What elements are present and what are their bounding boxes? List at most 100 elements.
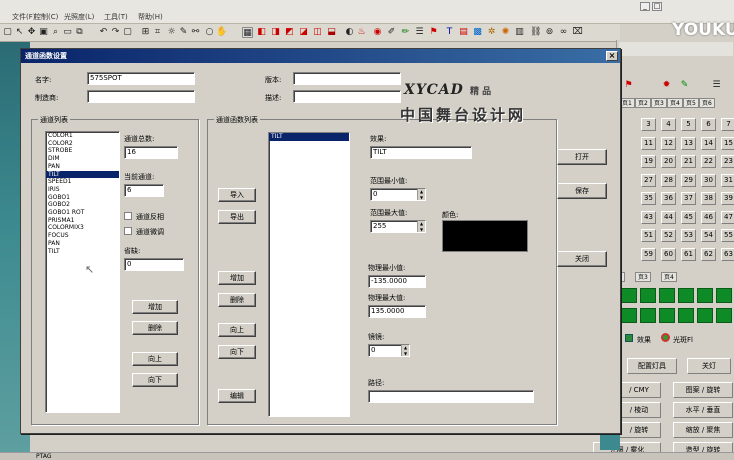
gel-icon[interactable]: ▤	[458, 27, 469, 38]
channel-indicator[interactable]	[659, 308, 675, 323]
cue-button[interactable]: 5	[681, 118, 696, 131]
channel-indicator[interactable]	[659, 288, 675, 303]
maximize-icon[interactable]: □	[652, 2, 662, 11]
channel-add-button[interactable]: 增加	[132, 300, 178, 314]
grid-icon[interactable]: ⊞	[140, 27, 151, 38]
fire-icon[interactable]: ♨	[356, 27, 367, 38]
channel-indicator[interactable]	[697, 288, 713, 303]
panel-fire-icon[interactable]: ✹	[661, 80, 672, 91]
cue-button[interactable]: 7	[721, 118, 734, 131]
color-swatch[interactable]	[442, 220, 528, 252]
pan-tilt-button[interactable]: 水平 / 垂直	[673, 402, 733, 418]
cube-red-icon[interactable]: ◧	[256, 27, 267, 38]
link-icon[interactable]: ⚯	[190, 27, 201, 38]
cue-button[interactable]: 12	[661, 136, 676, 150]
hand-icon[interactable]: ✋	[216, 27, 227, 38]
bank-tab-3[interactable]: 页3	[635, 272, 651, 282]
channel-list-item[interactable]: COLOR2	[46, 140, 119, 148]
page-tab-5[interactable]: 页5	[683, 98, 699, 108]
range-min-spinner[interactable]: ▲ ▼	[417, 189, 425, 200]
channel-list-item[interactable]: PRISMA1	[46, 217, 119, 225]
function-add-button[interactable]: 增加	[218, 271, 256, 285]
close-icon[interactable]: ×	[606, 51, 618, 61]
channel-list-item[interactable]: TILT	[46, 170, 119, 179]
page-tab-3[interactable]: 页3	[651, 98, 667, 108]
channel-list-item[interactable]: DIM	[46, 155, 119, 163]
move-icon[interactable]: ✥	[26, 27, 37, 38]
cue-button[interactable]: 23	[721, 155, 734, 168]
cue-button[interactable]: 35	[641, 192, 656, 205]
page-tab-6[interactable]: 页6	[699, 98, 715, 108]
cue-button[interactable]: 27	[641, 173, 656, 187]
channel-indicator[interactable]	[678, 288, 694, 303]
menu-help[interactable]: 帮助(H)	[138, 12, 163, 22]
zoom-focus-button[interactable]: 缩放 / 聚焦	[673, 422, 733, 438]
range-min-field[interactable]: 0 ▲ ▼	[370, 188, 426, 201]
channel-indicator[interactable]	[678, 308, 694, 323]
edit-button[interactable]: 编辑	[218, 389, 256, 403]
zoom-icon[interactable]: ⌕	[50, 27, 61, 38]
select-icon[interactable]: ▣	[38, 27, 49, 38]
picker-icon[interactable]: ✐	[386, 27, 397, 38]
cue-button[interactable]: 51	[641, 229, 656, 242]
channel-indicator[interactable]	[621, 288, 637, 303]
function-list[interactable]: TILT	[268, 132, 350, 417]
panel-bars-icon[interactable]: ☰	[711, 80, 722, 91]
cue-button[interactable]: 4	[661, 118, 676, 131]
maker-field[interactable]	[87, 90, 195, 103]
cue-button[interactable]: 6	[701, 118, 716, 131]
frame-icon[interactable]: ▢	[122, 27, 133, 38]
cue-button[interactable]: 61	[681, 247, 696, 261]
channel-total-field[interactable]: 16	[124, 146, 178, 159]
flag-icon[interactable]: ⚑	[428, 27, 439, 38]
solid-icon[interactable]: ◫	[312, 27, 323, 38]
default-field[interactable]: 0	[124, 258, 184, 271]
text-icon[interactable]: T	[444, 27, 455, 38]
channel-list-item[interactable]: STROBE	[46, 147, 119, 155]
channel-indicator[interactable]	[697, 308, 713, 323]
cue-button[interactable]: 55	[721, 229, 734, 242]
gobo-icon[interactable]: ✲	[486, 27, 497, 38]
menu-control[interactable]: 控制(C)	[34, 12, 58, 22]
desc-field[interactable]	[293, 90, 401, 103]
cue-button[interactable]: 20	[661, 155, 676, 168]
cube-icon[interactable]: ◨	[270, 27, 281, 38]
cue-button[interactable]: 46	[701, 210, 716, 224]
channel-list-item[interactable]: COLORMIX3	[46, 224, 119, 232]
draw-icon[interactable]: ✎	[178, 27, 189, 38]
cue-button[interactable]: 22	[701, 155, 716, 168]
mirror-field[interactable]: 0 ▲ ▼	[368, 344, 410, 357]
minimize-icon[interactable]: _	[640, 2, 650, 11]
cue-button[interactable]: 62	[701, 247, 716, 261]
function-up-button[interactable]: 向上	[218, 323, 256, 337]
cue-button[interactable]: 53	[681, 229, 696, 242]
cue-button[interactable]: 52	[661, 229, 676, 242]
circle-icon[interactable]: ○	[204, 27, 215, 38]
phys-min-field[interactable]: -135.0000	[368, 275, 426, 288]
channel-list-item[interactable]: GOBO2	[46, 201, 119, 209]
channel-list-item[interactable]: TILT	[46, 248, 119, 256]
cue-button[interactable]: 14	[701, 136, 716, 150]
redo-icon[interactable]: ↷	[110, 27, 121, 38]
cue-button[interactable]: 11	[641, 136, 656, 150]
current-channel-field[interactable]: 6	[124, 184, 164, 197]
snap-icon[interactable]: ⌗	[152, 27, 163, 38]
obj-icon[interactable]: ⬓	[326, 27, 337, 38]
cue-button[interactable]: 59	[641, 247, 656, 261]
channel-list[interactable]: COLOR1 COLOR2 STROBE DIM PAN TILT SPEED1 IRIS GO…	[45, 131, 120, 413]
channel-indicator[interactable]	[716, 308, 732, 323]
range-max-spinner[interactable]: ▲ ▼	[417, 221, 425, 232]
gobo-rotate-button[interactable]: 图案 / 旋转	[673, 382, 733, 398]
export-button[interactable]: 导出	[218, 210, 256, 224]
channel-indicator[interactable]	[621, 308, 637, 323]
cue-button[interactable]: 30	[701, 173, 716, 187]
panel-pen-icon[interactable]: ✎	[679, 80, 690, 91]
cue-button[interactable]: 60	[661, 247, 676, 261]
path-field[interactable]	[368, 390, 534, 403]
rect-icon[interactable]: ▭	[62, 27, 73, 38]
function-delete-button[interactable]: 删除	[218, 293, 256, 307]
cmy-button[interactable]: / CMY	[617, 382, 661, 398]
box-icon[interactable]: ◩	[284, 27, 295, 38]
color-icon[interactable]: ◉	[372, 27, 383, 38]
mirror-spinner[interactable]: ▲ ▼	[401, 345, 409, 356]
